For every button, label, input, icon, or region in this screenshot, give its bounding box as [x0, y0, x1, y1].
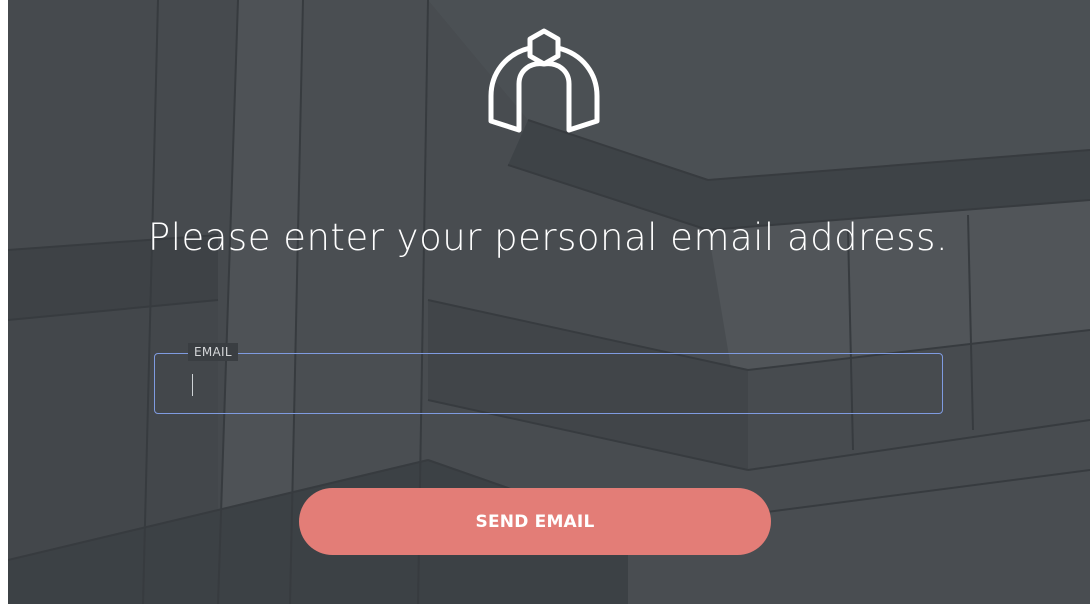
send-email-button[interactable]: SEND EMAIL	[299, 488, 771, 555]
text-cursor	[192, 374, 193, 396]
page-heading: Please enter your personal email address…	[147, 216, 949, 259]
email-input[interactable]	[155, 354, 942, 413]
email-field[interactable]	[154, 353, 943, 414]
building-logo-icon	[488, 28, 600, 133]
login-screen: Please enter your personal email address…	[8, 0, 1090, 604]
email-field-label: EMAIL	[188, 343, 238, 361]
